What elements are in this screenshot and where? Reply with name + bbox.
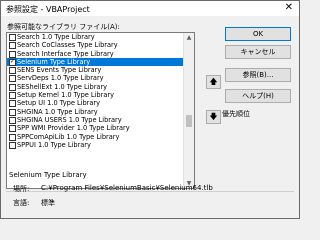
close-icon[interactable]: ✕ [285, 2, 293, 14]
cancel-button[interactable]: キャンセル [225, 45, 291, 59]
info-separator [6, 191, 294, 192]
list-item[interactable]: SPP WMI Provider 1.0 Type Library [7, 124, 183, 133]
reference-checkbox[interactable] [9, 133, 16, 141]
list-item[interactable]: Setup UI 1.0 Type Library [7, 99, 183, 108]
list-item-label: SPPUI 1.0 Type Library [17, 140, 91, 149]
list-item-label: SHGINA 1.0 Type Library [17, 107, 98, 116]
reference-checkbox[interactable] [9, 67, 16, 75]
list-item-label: SPPComApiLib 1.0 Type Library [17, 132, 120, 141]
reference-checkbox[interactable] [9, 116, 16, 124]
reference-checkbox[interactable] [9, 50, 16, 58]
reference-checkbox[interactable] [9, 125, 16, 133]
list-item-label: Search Interface Type Library [17, 49, 114, 58]
list-item-label: Setup UI 1.0 Type Library [17, 99, 101, 108]
scroll-down-arrow-icon[interactable]: ▼ [184, 179, 194, 188]
references-dialog: 参照設定 - VBAProject ✕ 参照可能なライブラリ ファイル(A): … [0, 0, 300, 219]
list-item-label: SPP WMI Provider 1.0 Type Library [17, 124, 130, 133]
list-item-label: ServDeps 1.0 Type Library [17, 74, 104, 83]
list-item[interactable]: SHGINA USERS 1.0 Type Library [7, 116, 183, 124]
available-references-label: 参照可能なライブラリ ファイル(A): [7, 23, 120, 31]
language-label: 言語: [13, 199, 30, 207]
ok-button[interactable]: OK [225, 27, 291, 41]
reference-checkbox[interactable] [9, 75, 16, 83]
priority-label: 優先順位 [222, 110, 250, 118]
priority-up-icon[interactable]: 🡅 [206, 75, 221, 89]
available-references-list[interactable]: Search 1.0 Type Library Search CoClasses … [6, 32, 195, 189]
reference-checkbox[interactable] [9, 34, 16, 41]
list-item[interactable]: ServDeps 1.0 Type Library [7, 74, 183, 83]
list-item-label: SHGINA USERS 1.0 Type Library [17, 115, 122, 124]
reference-checkbox[interactable] [9, 108, 16, 116]
reference-checkbox[interactable] [9, 92, 16, 100]
language-value: 標準 [41, 199, 55, 207]
list-item-label: Search 1.0 Type Library [17, 33, 95, 41]
reference-checkbox[interactable] [9, 42, 16, 50]
reference-checkbox[interactable] [9, 100, 16, 108]
list-item[interactable]: Setup Kernel 1.0 Type Library [7, 91, 183, 100]
title-bar: 参照設定 - VBAProject ✕ [1, 1, 299, 16]
list-item[interactable]: SENS Events Type Library [7, 66, 183, 75]
list-scrollbar[interactable]: ▲ ▼ [183, 33, 194, 188]
scroll-up-arrow-icon[interactable]: ▲ [184, 33, 194, 42]
priority-down-icon[interactable]: 🡇 [206, 110, 221, 124]
list-item-label: Search CoClasses Type Library [17, 41, 118, 50]
list-item-label: Selenium Type Library [17, 57, 91, 66]
list-item[interactable]: SPPUI 1.0 Type Library [7, 141, 183, 149]
list-item[interactable]: Search CoClasses Type Library [7, 41, 183, 50]
scroll-thumb[interactable] [186, 115, 192, 127]
list-item[interactable]: SPPComApiLib 1.0 Type Library [7, 133, 183, 141]
list-item[interactable]: SHGINA 1.0 Type Library [7, 108, 183, 116]
browse-button[interactable]: 参照(B)... [225, 68, 291, 82]
list-item-label: SENS Events Type Library [17, 66, 102, 75]
reference-checkbox[interactable] [9, 83, 16, 91]
window-title: 参照設定 - VBAProject [6, 5, 90, 14]
list-item[interactable]: Search Interface Type Library [7, 50, 183, 58]
help-button[interactable]: ヘルプ(H) [225, 89, 291, 103]
reference-checkbox[interactable] [9, 58, 16, 66]
list-item-label: SEShellExt 1.0 Type Library [17, 82, 108, 91]
list-item[interactable]: Selenium Type Library [7, 57, 183, 67]
list-item[interactable]: Search 1.0 Type Library [7, 33, 183, 41]
list-item-label: Setup Kernel 1.0 Type Library [17, 91, 114, 100]
list-item[interactable]: SEShellExt 1.0 Type Library [7, 83, 183, 91]
reference-checkbox[interactable] [9, 141, 16, 149]
